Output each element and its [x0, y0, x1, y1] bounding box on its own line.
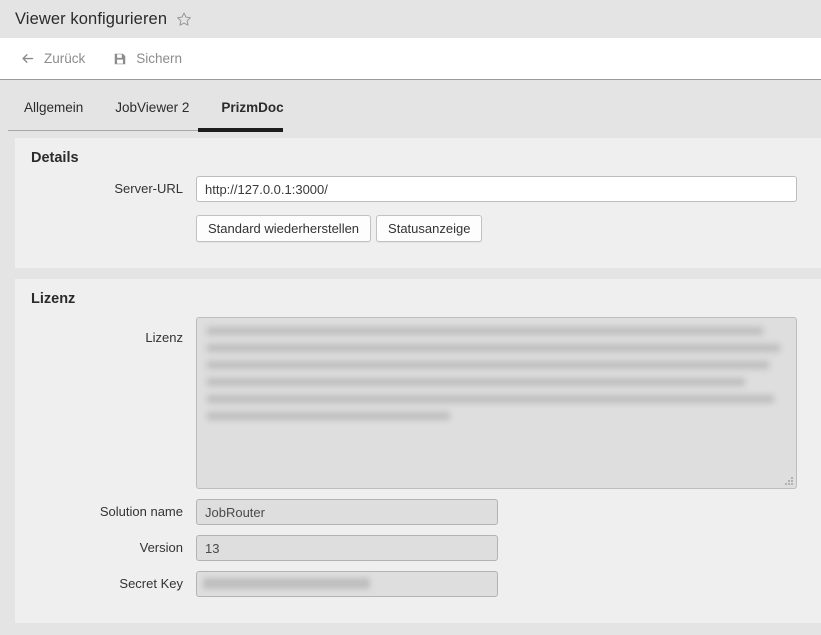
status-display-button[interactable]: Statusanzeige — [376, 215, 482, 242]
star-outline-icon[interactable] — [176, 11, 192, 27]
license-redacted-content — [197, 318, 796, 420]
restore-default-button[interactable]: Standard wiederherstellen — [196, 215, 371, 242]
version-label: Version — [15, 535, 196, 561]
solution-name-row: Solution name — [15, 499, 821, 525]
tab-list: Allgemein JobViewer 2 PrizmDoc — [8, 80, 300, 125]
license-redacted-line — [207, 327, 763, 335]
arrow-left-icon — [20, 51, 35, 66]
tab-prizmdoc[interactable]: PrizmDoc — [205, 80, 299, 125]
tab-jobviewer-2[interactable]: JobViewer 2 — [99, 80, 205, 125]
tab-allgemein[interactable]: Allgemein — [8, 80, 99, 125]
page-title: Viewer konfigurieren — [15, 10, 167, 29]
secret-key-label: Secret Key — [15, 571, 196, 597]
license-panel-body: Lizenz Solution name Version Secret — [15, 317, 821, 623]
details-buttons: Standard wiederherstellen Statusanzeige — [196, 215, 482, 242]
tab-label: PrizmDoc — [221, 100, 283, 115]
license-row: Lizenz — [15, 317, 821, 489]
floppy-disk-icon — [113, 52, 127, 66]
save-button-label: Sichern — [136, 51, 182, 66]
tab-active-indicator — [198, 128, 283, 132]
server-url-input[interactable] — [196, 176, 797, 202]
secret-key-field-wrap — [196, 571, 498, 597]
license-label: Lizenz — [15, 317, 196, 349]
license-redacted-line — [207, 395, 774, 403]
tab-baseline — [8, 130, 198, 131]
tab-label: JobViewer 2 — [115, 100, 189, 115]
viewer-config-page: Viewer konfigurieren Zurück — [0, 0, 821, 635]
details-panel: Details Server-URL Standard wiederherste… — [15, 138, 821, 268]
license-redacted-line — [207, 378, 745, 386]
license-redacted-line — [207, 344, 780, 352]
version-input[interactable] — [196, 535, 498, 561]
secret-key-row: Secret Key — [15, 571, 821, 597]
server-url-row: Server-URL — [15, 176, 821, 202]
save-button[interactable]: Sichern — [111, 49, 184, 68]
page-header: Viewer konfigurieren — [0, 0, 821, 38]
version-row: Version — [15, 535, 821, 561]
details-button-row: Standard wiederherstellen Statusanzeige — [15, 212, 821, 242]
action-toolbar: Zurück Sichern — [0, 38, 821, 80]
license-panel-title: Lizenz — [15, 279, 821, 317]
license-redacted-line — [207, 412, 450, 420]
details-panel-title: Details — [15, 138, 821, 176]
license-panel: Lizenz Lizenz Solution name Version — [15, 279, 821, 623]
back-button[interactable]: Zurück — [18, 49, 87, 68]
solution-name-input[interactable] — [196, 499, 498, 525]
resize-handle-icon[interactable] — [784, 476, 794, 486]
license-textarea[interactable] — [196, 317, 797, 489]
back-button-label: Zurück — [44, 51, 85, 66]
tab-label: Allgemein — [24, 100, 83, 115]
details-panel-body: Server-URL Standard wiederherstellen Sta… — [15, 176, 821, 268]
server-url-label: Server-URL — [15, 176, 196, 202]
solution-name-label: Solution name — [15, 499, 196, 525]
license-redacted-line — [207, 361, 769, 369]
secret-key-redacted-overlay — [203, 578, 370, 589]
tab-bar: Allgemein JobViewer 2 PrizmDoc — [0, 80, 821, 138]
